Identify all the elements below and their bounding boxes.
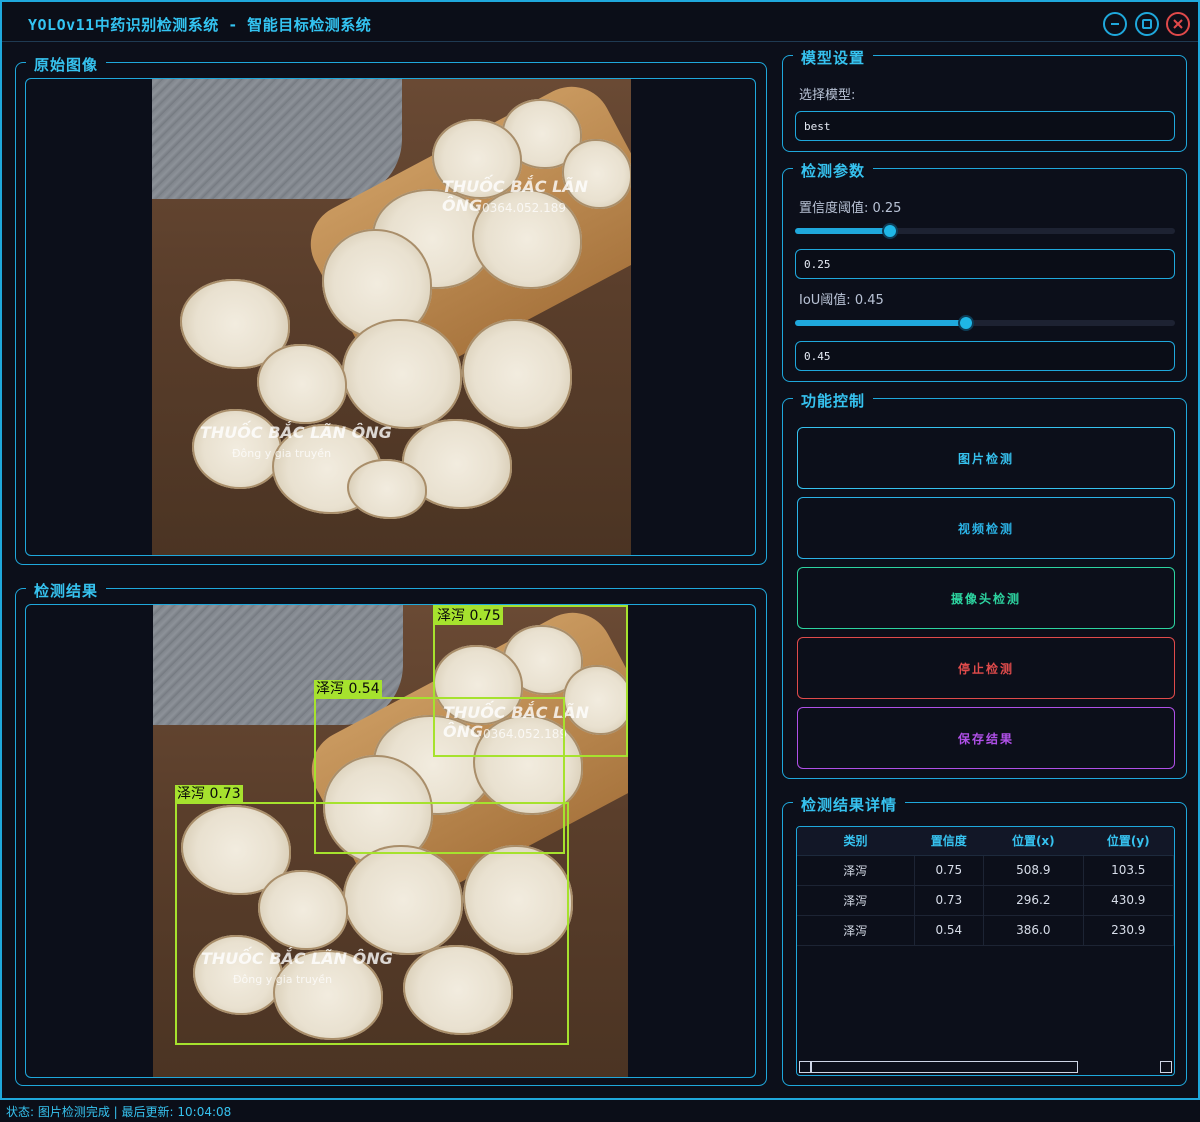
table-row[interactable]: 泽泻 0.75 508.9 103.5 (797, 855, 1174, 886)
original-image: THUỐC BẮC LÃN ÔNG 0364.052.189 THUỐC BẮC… (152, 79, 631, 555)
function-control-panel: 功能控制 图片检测 视频检测 摄像头检测 停止检测 保存结果 (782, 390, 1187, 779)
result-image: THUỐC BẮC LÃN ÔNG 0364.052.189 THUỐC BẮC… (153, 605, 628, 1077)
window-title: YOLOv11中药识别检测系统 - 智能目标检测系统 (28, 16, 372, 34)
herb-slice (347, 459, 427, 519)
close-icon (1173, 19, 1183, 29)
iou-input[interactable]: 0.45 (795, 341, 1175, 371)
column-header-confidence[interactable]: 置信度 (914, 827, 984, 856)
iou-slider-fill (795, 320, 966, 326)
save-result-label: 保存结果 (957, 731, 1014, 746)
results-table: 类别 置信度 位置(x) 位置(y) 泽泻 0.75 508.9 103.5 泽… (797, 827, 1174, 946)
column-header-x[interactable]: 位置(x) (983, 827, 1083, 856)
stop-detect-button[interactable]: 停止检测 (797, 637, 1175, 699)
save-result-button[interactable]: 保存结果 (797, 707, 1175, 769)
confidence-label: 置信度阈值: 0.25 (799, 201, 902, 216)
iou-slider-handle[interactable] (958, 315, 974, 331)
cell-class: 泽泻 (797, 855, 915, 886)
horizontal-scrollbar[interactable] (799, 1061, 1172, 1073)
detection-params-panel: 检测参数 置信度阈值: 0.25 0.25 IoU阈值: 0.45 0.45 (782, 160, 1187, 382)
close-button[interactable] (1166, 12, 1190, 36)
table-row[interactable]: 泽泻 0.54 386.0 230.9 (797, 915, 1174, 946)
function-control-title: 功能控制 (793, 390, 874, 411)
cell-confidence: 0.54 (914, 915, 985, 946)
herb-slice (342, 319, 462, 429)
original-image-frame: THUỐC BẮC LÃN ÔNG 0364.052.189 THUỐC BẮC… (25, 78, 756, 556)
cell-x: 386.0 (983, 915, 1084, 946)
confidence-slider-handle[interactable] (882, 223, 898, 239)
table-row[interactable]: 泽泻 0.73 296.2 430.9 (797, 885, 1174, 916)
herb-slice (462, 319, 572, 429)
maximize-button[interactable] (1135, 12, 1159, 36)
maximize-icon (1142, 19, 1152, 29)
detection-details-title: 检测结果详情 (793, 794, 906, 815)
detection-result-title: 检测结果 (26, 580, 107, 601)
iou-label: IoU阈值: 0.45 (799, 293, 884, 308)
detection-box[interactable]: 泽泻 0.73 (175, 785, 569, 1045)
camera-detect-button[interactable]: 摄像头检测 (797, 567, 1175, 629)
cell-class: 泽泻 (797, 885, 915, 916)
minimize-button[interactable] (1103, 12, 1127, 36)
result-image-frame: THUỐC BẮC LÃN ÔNG 0364.052.189 THUỐC BẮC… (25, 604, 756, 1078)
minimize-icon (1111, 23, 1119, 25)
detection-label: 泽泻 0.75 (435, 607, 503, 625)
detection-label: 泽泻 0.54 (314, 680, 382, 698)
video-detect-button[interactable]: 视频检测 (797, 497, 1175, 559)
original-image-title: 原始图像 (26, 54, 107, 75)
image-detect-label: 图片检测 (957, 451, 1014, 466)
cell-y: 103.5 (1083, 855, 1174, 886)
model-select[interactable]: best (795, 111, 1175, 141)
status-bar: 状态: 图片检测完成 | 最后更新: 10:04:08 (0, 1100, 1200, 1122)
detection-result-panel: 检测结果 THUỐC BẮC LÃN ÔNG 0364.052.189 THUỐ… (15, 580, 767, 1086)
cloth-texture (152, 79, 402, 199)
model-settings-title: 模型设置 (793, 47, 874, 68)
cell-class: 泽泻 (797, 915, 915, 946)
cell-y: 430.9 (1083, 885, 1174, 916)
title-bar[interactable]: YOLOv11中药识别检测系统 - 智能目标检测系统 (2, 2, 1198, 42)
model-settings-panel: 模型设置 选择模型: best (782, 47, 1187, 152)
watermark-phone: 0364.052.189 (482, 201, 566, 215)
scroll-right-arrow[interactable] (1160, 1061, 1172, 1073)
iou-slider[interactable] (795, 315, 1175, 331)
column-header-class[interactable]: 类别 (797, 827, 915, 856)
cell-confidence: 0.73 (914, 885, 985, 916)
column-header-y[interactable]: 位置(y) (1083, 827, 1174, 856)
camera-detect-label: 摄像头检测 (950, 591, 1021, 606)
results-table-container: 类别 置信度 位置(x) 位置(y) 泽泻 0.75 508.9 103.5 泽… (796, 826, 1175, 1076)
confidence-slider[interactable] (795, 223, 1175, 239)
image-detect-button[interactable]: 图片检测 (797, 427, 1175, 489)
detection-label: 泽泻 0.73 (175, 785, 243, 803)
watermark-tagline: Đông y gia truyền (232, 447, 332, 460)
app-window: YOLOv11中药识别检测系统 - 智能目标检测系统 原始图像 THUỐC BẮ… (0, 0, 1200, 1100)
cell-confidence: 0.75 (914, 855, 985, 886)
detection-params-title: 检测参数 (793, 160, 874, 181)
detection-details-panel: 检测结果详情 类别 置信度 位置(x) 位置(y) 泽泻 0.75 508.9 (782, 794, 1187, 1086)
confidence-input[interactable]: 0.25 (795, 249, 1175, 279)
cell-y: 230.9 (1083, 915, 1174, 946)
original-image-panel: 原始图像 THUỐC BẮC LÃN ÔNG 0364.052.189 THUỐ… (15, 54, 767, 565)
table-header-row: 类别 置信度 位置(x) 位置(y) (797, 827, 1174, 856)
confidence-slider-fill (795, 228, 890, 234)
watermark-brand-lower: THUỐC BẮC LÃN ÔNG (200, 423, 392, 442)
scroll-left-arrow[interactable] (799, 1061, 811, 1073)
herb-slice (257, 344, 347, 424)
stop-detect-label: 停止检测 (957, 661, 1014, 676)
video-detect-label: 视频检测 (957, 521, 1014, 536)
select-model-label: 选择模型: (799, 88, 856, 103)
cell-x: 508.9 (983, 855, 1084, 886)
scrollbar-thumb[interactable] (811, 1061, 1078, 1073)
cell-x: 296.2 (983, 885, 1084, 916)
